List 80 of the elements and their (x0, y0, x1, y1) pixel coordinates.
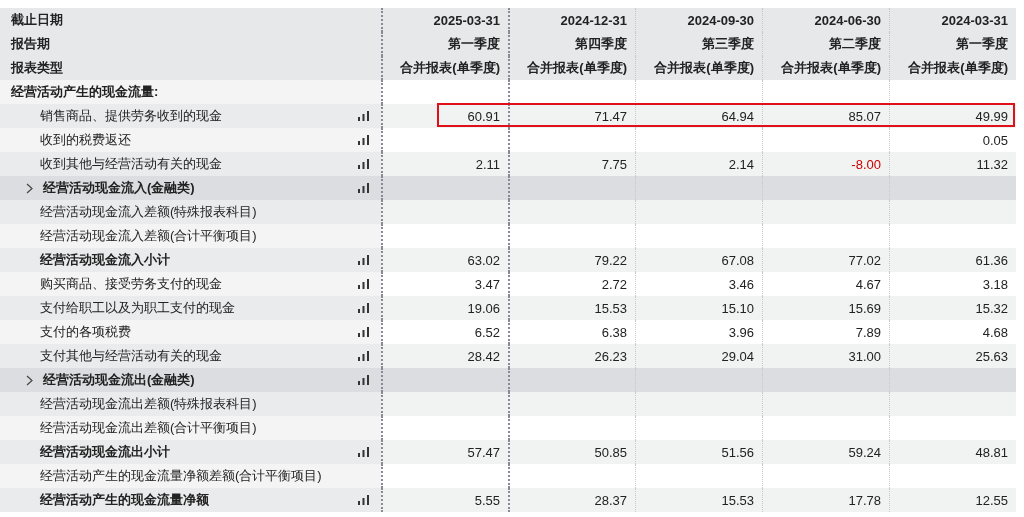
table-cell: 15.53 (508, 296, 635, 320)
bar-chart-icon[interactable] (358, 327, 369, 337)
column-header: 2024-06-30 (762, 8, 889, 32)
row-label: 支付的各项税费 (39, 323, 131, 341)
table-cell: 5.55 (381, 488, 508, 512)
row-label: 支付其他与经营活动有关的现金 (39, 347, 222, 365)
row-label: 收到其他与经营活动有关的现金 (39, 155, 222, 173)
table-cell: 15.32 (889, 296, 1016, 320)
row-label: 经营活动产生的现金流量: (11, 83, 159, 101)
bar-chart-icon[interactable] (358, 255, 369, 265)
column-header: 第二季度 (762, 32, 889, 56)
bar-chart-icon[interactable] (358, 279, 369, 289)
table-cell: 77.02 (762, 248, 889, 272)
table-cell: 50.85 (508, 440, 635, 464)
column-header: 2024-12-31 (508, 8, 635, 32)
row-label: 经营活动现金流出差额(特殊报表科目) (39, 395, 257, 413)
row-label: 经营活动现金流出(金融类) (42, 371, 195, 389)
row-label: 销售商品、提供劳务收到的现金 (39, 107, 222, 125)
table-cell: 17.78 (762, 488, 889, 512)
table-cell: 28.37 (508, 488, 635, 512)
row-label: 购买商品、接受劳务支付的现金 (39, 275, 222, 293)
bar-chart-icon[interactable] (358, 303, 369, 313)
row-label: 经营活动产生的现金流量净额差额(合计平衡项目) (39, 467, 322, 485)
row-label: 经营活动现金流出小计 (39, 443, 170, 461)
bar-chart-icon[interactable] (358, 447, 369, 457)
column-header: 第四季度 (508, 32, 635, 56)
table-cell: 12.55 (889, 488, 1016, 512)
table-cell: 67.08 (635, 248, 762, 272)
column-header: 合并报表(单季度) (889, 56, 1016, 80)
table-cell: 79.22 (508, 248, 635, 272)
column-header: 2025-03-31 (381, 8, 508, 32)
column-header: 合并报表(单季度) (635, 56, 762, 80)
row-label: 经营活动现金流入小计 (39, 251, 170, 269)
table-cell: 11.32 (889, 152, 1016, 176)
column-header: 2024-03-31 (889, 8, 1016, 32)
table-cell: 29.04 (635, 344, 762, 368)
table-cell: 15.69 (762, 296, 889, 320)
header-label: 报告期 (0, 32, 381, 56)
table-cell: 2.11 (381, 152, 508, 176)
chevron-icon[interactable] (26, 374, 33, 386)
row-label: 经营活动现金流入(金融类) (42, 179, 195, 197)
table-cell: 63.02 (381, 248, 508, 272)
bar-chart-icon[interactable] (358, 111, 369, 121)
header-label: 报表类型 (0, 56, 381, 80)
table-cell: 59.24 (762, 440, 889, 464)
bar-chart-icon[interactable] (358, 351, 369, 361)
column-header: 2024-09-30 (635, 8, 762, 32)
table-cell: 28.42 (381, 344, 508, 368)
column-header: 第一季度 (889, 32, 1016, 56)
table-cell: 26.23 (508, 344, 635, 368)
table-cell: 51.56 (635, 440, 762, 464)
chevron-icon[interactable] (26, 182, 33, 194)
row-label: 经营活动产生的现金流量净额 (39, 491, 209, 509)
header-label: 截止日期 (0, 8, 381, 32)
row-label: 经营活动现金流入差额(合计平衡项目) (39, 227, 257, 245)
bar-chart-icon[interactable] (358, 159, 369, 169)
row-label: 经营活动现金流出差额(合计平衡项目) (39, 419, 257, 437)
bar-chart-icon[interactable] (358, 375, 369, 385)
bar-chart-icon[interactable] (358, 135, 369, 145)
bar-chart-icon[interactable] (358, 183, 369, 193)
table-cell: 57.47 (381, 440, 508, 464)
table-cell: 15.10 (635, 296, 762, 320)
table-cell: 7.75 (508, 152, 635, 176)
table-cell: 2.14 (635, 152, 762, 176)
table-cell: 48.81 (889, 440, 1016, 464)
table-cell: -8.00 (762, 152, 889, 176)
table-cell: 31.00 (762, 344, 889, 368)
column-header: 第三季度 (635, 32, 762, 56)
bar-chart-icon[interactable] (358, 495, 369, 505)
column-header: 合并报表(单季度) (762, 56, 889, 80)
row-label: 收到的税费返还 (39, 131, 131, 149)
table-cell: 19.06 (381, 296, 508, 320)
column-header: 第一季度 (381, 32, 508, 56)
row-label: 经营活动现金流入差额(特殊报表科目) (39, 203, 257, 221)
table-cell: 61.36 (889, 248, 1016, 272)
table-cell: 25.63 (889, 344, 1016, 368)
column-header: 合并报表(单季度) (508, 56, 635, 80)
table-cell: 15.53 (635, 488, 762, 512)
row-label: 支付给职工以及为职工支付的现金 (39, 299, 235, 317)
column-header: 合并报表(单季度) (381, 56, 508, 80)
